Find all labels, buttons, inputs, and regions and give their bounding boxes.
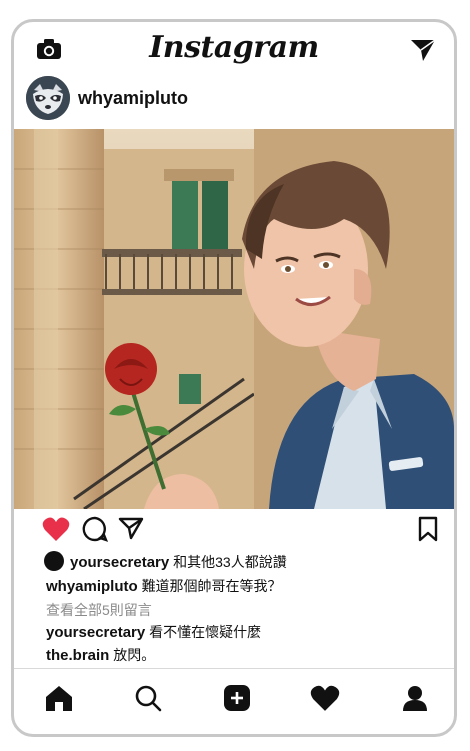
send-icon[interactable]: [410, 38, 436, 62]
home-icon[interactable]: [44, 684, 74, 712]
caption-line: whyamipluto 難道那個帥哥在等我？: [46, 576, 282, 596]
comment-line: yoursecretary 看不懂在懷疑什麼: [46, 622, 261, 642]
caption-text: 難道那個帥哥在等我？: [141, 578, 282, 594]
post-header: whyamipluto: [14, 74, 454, 124]
top-bar: Instagram: [14, 22, 454, 82]
heart-icon[interactable]: [42, 516, 70, 542]
post-image[interactable]: [14, 129, 454, 509]
comment-user[interactable]: the.brain: [46, 647, 109, 664]
add-icon[interactable]: [223, 684, 251, 712]
search-icon[interactable]: [134, 684, 162, 712]
likes-text: 和其他33人都說讚: [173, 554, 287, 570]
raccoon-avatar-icon: [26, 76, 70, 120]
action-bar: [14, 516, 454, 550]
instagram-frame: Instagram whyamipluto yoursecretary 和其他3…: [11, 19, 457, 737]
illustration-image: [14, 129, 454, 509]
activity-icon[interactable]: [310, 684, 340, 712]
comment-text: 放閃。: [113, 647, 156, 663]
view-comments-link[interactable]: 查看全部5則留言: [46, 600, 152, 620]
comment-line: the.brain 放閃。: [46, 645, 155, 665]
comment-icon[interactable]: [82, 516, 108, 542]
caption-user[interactable]: whyamipluto: [46, 578, 138, 595]
bookmark-icon[interactable]: [418, 516, 438, 542]
likes-user[interactable]: yoursecretary: [70, 554, 169, 571]
profile-icon[interactable]: [401, 684, 429, 712]
likes-line: yoursecretary 和其他33人都說讚: [44, 551, 287, 572]
post-username[interactable]: whyamipluto: [78, 88, 188, 109]
app-logo: Instagram: [149, 30, 319, 65]
bottom-nav: [14, 674, 454, 729]
share-icon[interactable]: [118, 516, 144, 540]
likes-avatar[interactable]: [44, 551, 64, 571]
divider: [14, 668, 454, 669]
comment-user[interactable]: yoursecretary: [46, 624, 145, 641]
comment-text: 看不懂在懷疑什麼: [149, 624, 262, 640]
avatar[interactable]: [26, 76, 70, 120]
